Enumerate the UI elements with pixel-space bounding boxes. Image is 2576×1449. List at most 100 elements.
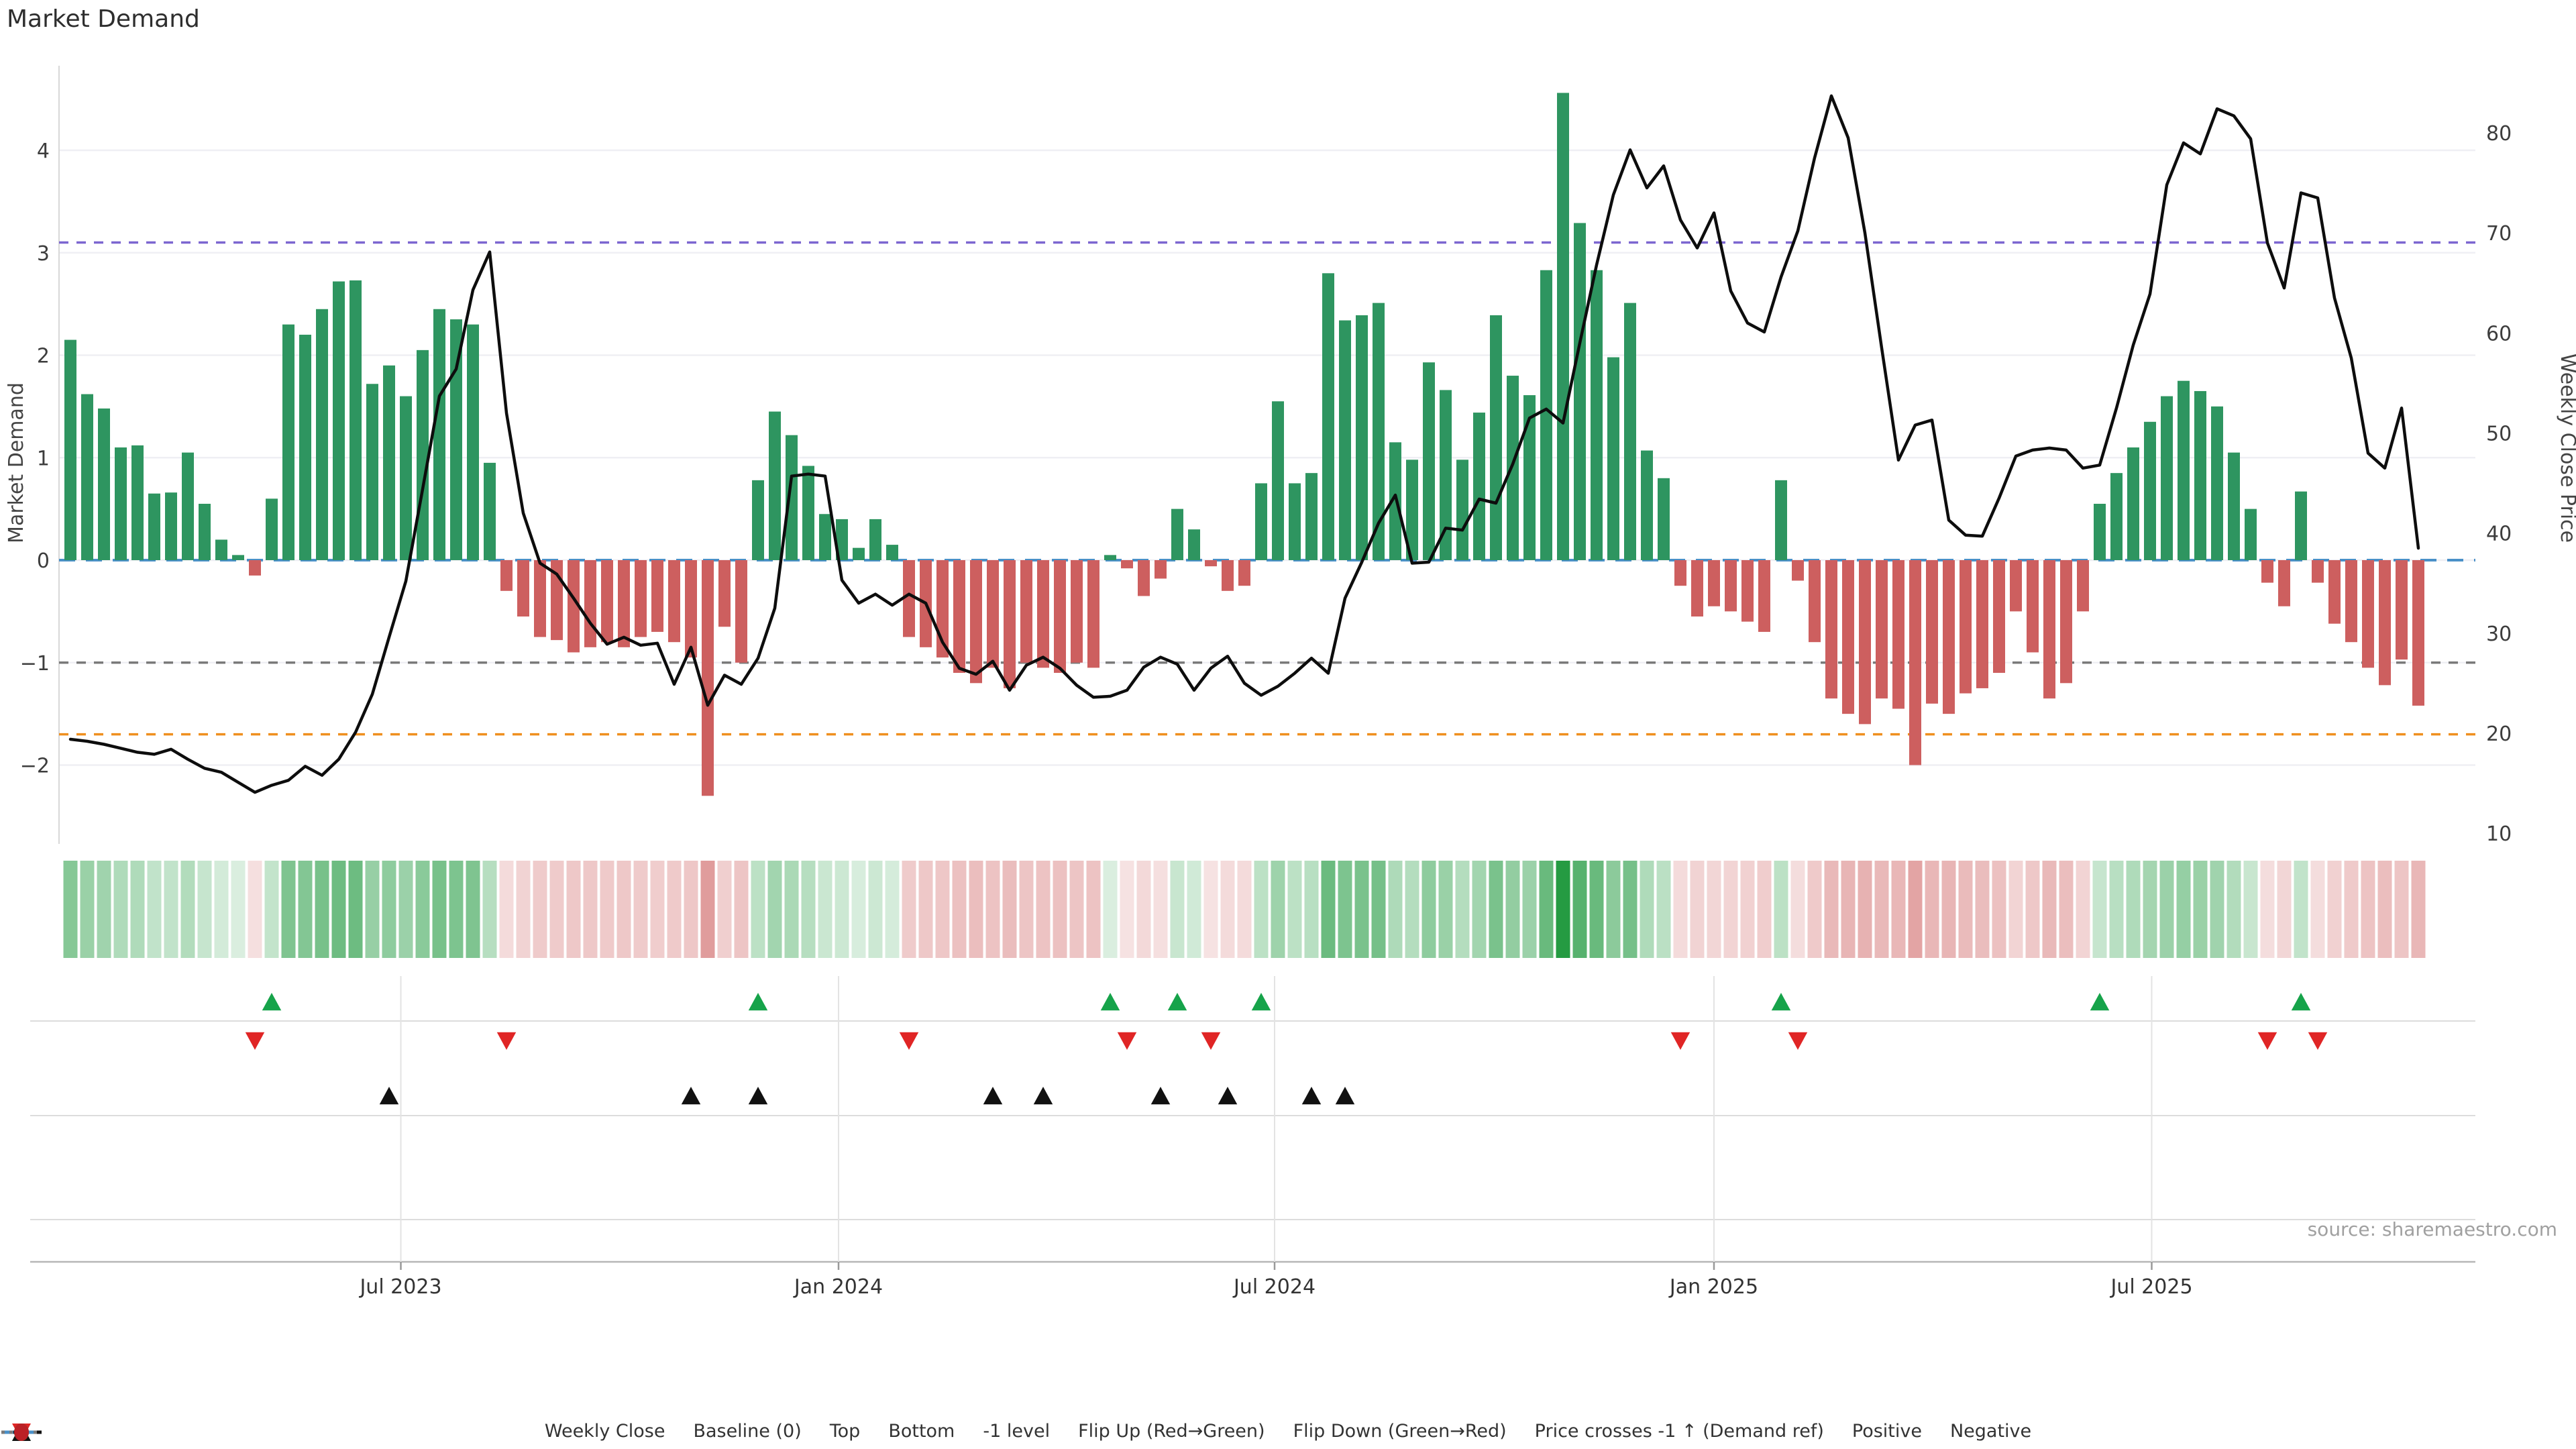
demand-bar [1859,560,1871,724]
heatmap-cell [1002,861,1017,958]
heatmap-cell [1254,861,1269,958]
heatmap-cell [2025,861,2040,958]
demand-bar [2127,447,2139,560]
demand-bar [1456,460,1468,560]
heatmap-cell [2076,861,2090,958]
demand-bar [1809,560,1821,643]
demand-bar [1674,560,1686,586]
heatmap-cell [1941,861,1956,958]
x-tick-label: Jan 2025 [1668,1275,1758,1299]
heatmap-cell [164,861,178,958]
demand-bar [1943,560,1955,714]
demand-bar [148,493,160,560]
x-tick-label: Jan 2024 [793,1275,883,1299]
legend-item: -1 level [1,1421,1051,1442]
demand-bar [2396,560,2408,660]
demand-bar [1339,320,1351,560]
price-cross-marker [1150,1087,1171,1105]
heatmap-cell [2377,861,2392,958]
heatmap-cell [1220,861,1235,958]
demand-bar [500,560,513,591]
heatmap-cell [1036,861,1051,958]
heatmap-cell [1757,861,1772,958]
demand-bar [2027,560,2039,653]
demand-bar [182,452,194,560]
demand-bar [718,560,731,627]
heatmap-cell [1438,861,1453,958]
heatmap-cell [1992,861,2006,958]
heatmap-cell [969,861,983,958]
heatmap-cell [952,861,967,958]
demand-bar [1960,560,1972,694]
heatmap-cell [281,861,296,958]
heatmap-cell [1489,861,1503,958]
heatmap-cell [1640,861,1654,958]
demand-bar [232,555,244,560]
demand-bar [98,408,110,560]
demand-bar [970,560,982,684]
flip-up-marker [1167,993,1187,1011]
demand-bar [1205,560,1217,567]
heatmap-cell [1187,861,1201,958]
demand-bar [853,547,865,560]
heatmap-cell [1405,861,1419,958]
right-tick-label: 70 [2486,222,2512,246]
heatmap-cell [1958,861,1973,958]
left-tick-label: 0 [37,549,50,573]
demand-bar [1238,560,1250,586]
legend-item: Baseline (0) [1,1421,802,1442]
heatmap-cell [1572,861,1587,958]
legend-item: Bottom [1,1421,955,1442]
legend-item-label: Price crosses -1 ↑ (Demand ref) [1534,1421,1824,1442]
heatmap-cell [2210,861,2224,958]
heatmap-cell [1556,861,1570,958]
demand-bar [2194,390,2206,560]
demand-bar [1188,529,1200,560]
heatmap-cell [1053,861,1067,958]
heatmap-cell [2193,861,2208,958]
demand-bar [1087,560,1099,668]
demand-bar [735,560,747,663]
heatmap-cell [482,861,497,958]
legend-item: Positive [14,1421,1922,1442]
flip-down-marker [2257,1032,2277,1050]
price-cross-marker [379,1087,399,1105]
demand-bar [1272,401,1284,560]
demand-bar [366,384,378,560]
demand-bar [1322,273,1334,560]
flip-down-marker [496,1032,517,1050]
demand-bar [1758,560,1770,632]
heatmap-cell [767,861,782,958]
demand-bar [2010,560,2022,612]
heatmap-cell [1472,861,1487,958]
right-tick-label: 60 [2486,322,2512,345]
chart-legend: Weekly Close Baseline (0) Top Bottom -1 leve… [0,1421,2576,1442]
heatmap-cell [835,861,849,958]
heatmap-cell [2092,861,2107,958]
legend-item-label: -1 level [983,1421,1051,1442]
demand-bar [115,447,127,560]
demand-bar [1926,560,1938,704]
left-tick-label: −1 [20,652,50,676]
demand-bar [1658,478,1670,560]
heatmap-cell [2361,861,2375,958]
demand-bar [1892,560,1904,709]
x-tick-label: Jul 2023 [358,1275,441,1299]
demand-bar [1825,560,1837,699]
legend-item: Price crosses -1 ↑ (Demand ref) [12,1421,1824,1442]
demand-bar [1222,560,1234,591]
demand-bar [1104,555,1116,560]
demand-bar [1473,413,1485,560]
demand-bar [2110,473,2123,560]
heatmap-cell [1874,861,1889,958]
heatmap-cell [113,861,128,958]
demand-bar [1574,223,1586,560]
demand-bar [584,560,596,647]
heatmap-cell [516,861,531,958]
heatmap-cell [2042,861,2057,958]
heatmap-cell [1707,861,1721,958]
heatmap-cell [667,861,682,958]
heatmap-cell [449,861,464,958]
x-tick-label: Jul 2025 [2109,1275,2192,1299]
legend-item: Top [1,1421,860,1442]
